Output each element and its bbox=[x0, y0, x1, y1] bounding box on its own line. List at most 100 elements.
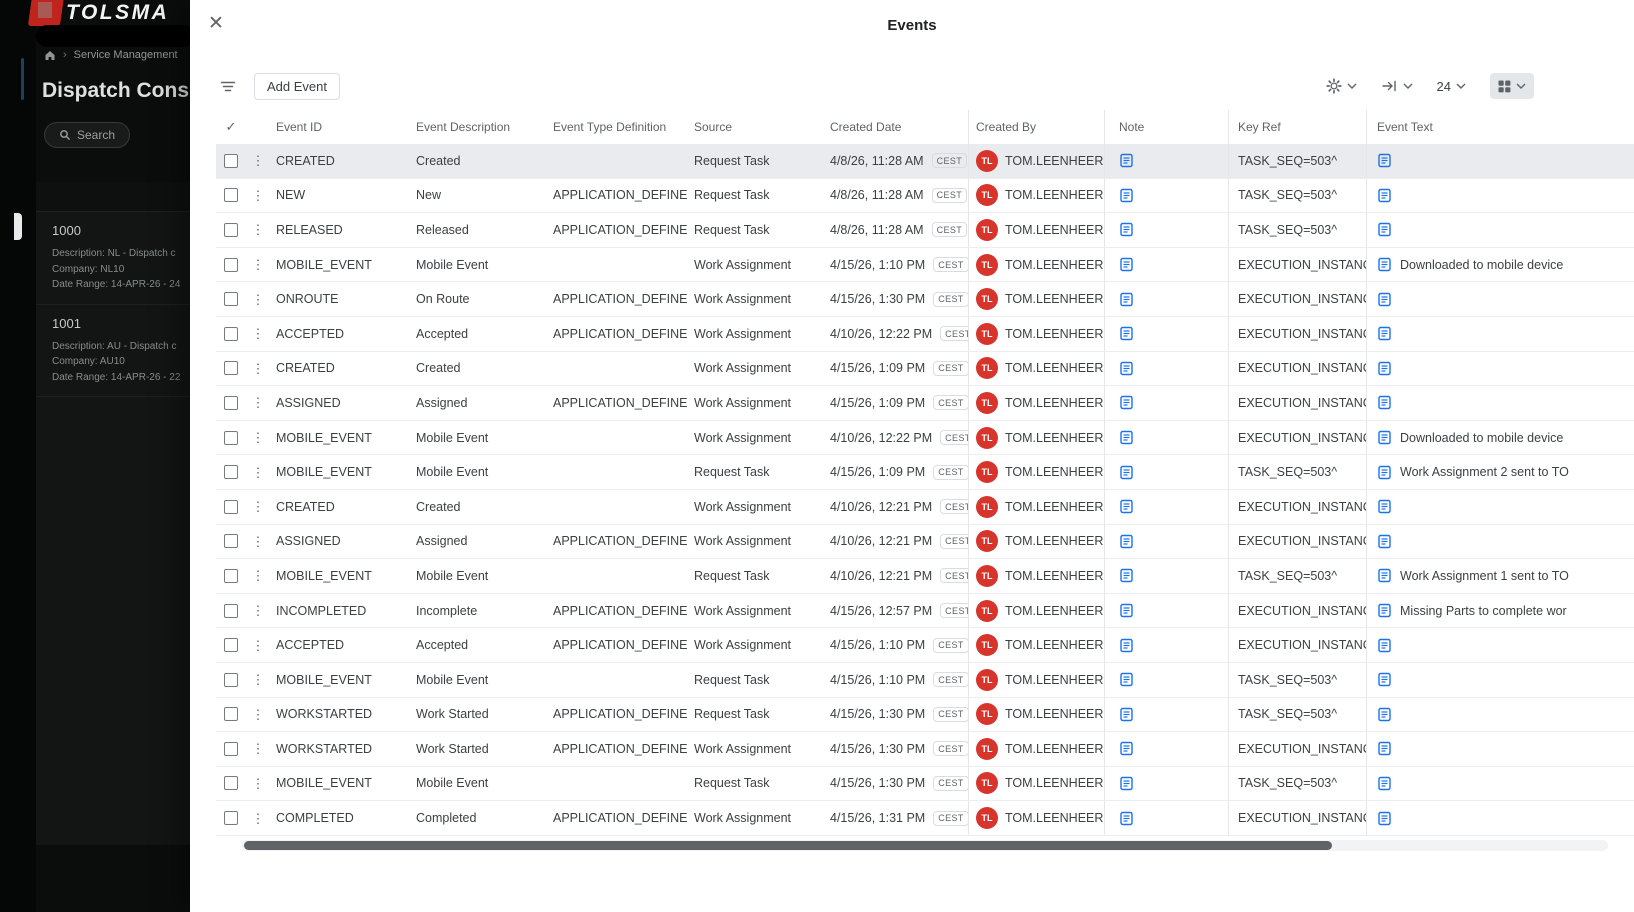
table-row[interactable]: ⋮ INCOMPLETED Incomplete APPLICATION_DEF… bbox=[216, 593, 1634, 629]
row-checkbox[interactable] bbox=[224, 707, 238, 722]
row-menu-icon[interactable]: ⋮ bbox=[252, 812, 265, 825]
note-icon[interactable] bbox=[1119, 465, 1134, 480]
event-text-icon[interactable] bbox=[1377, 603, 1392, 618]
row-menu-icon[interactable]: ⋮ bbox=[252, 154, 265, 167]
table-row[interactable]: ⋮ MOBILE_EVENT Mobile Event Request Task… bbox=[216, 662, 1634, 698]
row-menu-icon[interactable]: ⋮ bbox=[252, 500, 265, 513]
event-text-icon[interactable] bbox=[1377, 707, 1392, 722]
event-text-icon[interactable] bbox=[1377, 430, 1392, 445]
note-icon[interactable] bbox=[1119, 188, 1134, 203]
event-text-icon[interactable] bbox=[1377, 672, 1392, 687]
note-icon[interactable] bbox=[1119, 672, 1134, 687]
row-checkbox[interactable] bbox=[224, 776, 238, 791]
table-row[interactable]: ⋮ WORKSTARTED Work Started APPLICATION_D… bbox=[216, 697, 1634, 733]
row-checkbox[interactable] bbox=[224, 568, 238, 583]
table-row[interactable]: ⋮ CREATED Created Work Assignment 4/15/2… bbox=[216, 351, 1634, 387]
row-checkbox[interactable] bbox=[224, 430, 238, 445]
note-icon[interactable] bbox=[1119, 257, 1134, 272]
note-icon[interactable] bbox=[1119, 741, 1134, 756]
note-icon[interactable] bbox=[1119, 361, 1134, 376]
row-menu-icon[interactable]: ⋮ bbox=[252, 362, 265, 375]
table-row[interactable]: ⋮ MOBILE_EVENT Mobile Event Request Task… bbox=[216, 455, 1634, 490]
breadcrumb-item-service-management[interactable]: Service Management bbox=[74, 49, 178, 61]
row-checkbox[interactable] bbox=[224, 292, 238, 307]
event-text-icon[interactable] bbox=[1377, 257, 1392, 272]
table-row[interactable]: ⋮ MOBILE_EVENT Mobile Event Work Assignm… bbox=[216, 247, 1634, 283]
note-icon[interactable] bbox=[1119, 568, 1134, 583]
column-header-key-ref[interactable]: Key Ref bbox=[1228, 110, 1366, 144]
table-row[interactable]: ⋮ ASSIGNED Assigned APPLICATION_DEFINED … bbox=[216, 524, 1634, 560]
row-checkbox[interactable] bbox=[224, 499, 238, 514]
row-checkbox[interactable] bbox=[224, 465, 238, 480]
row-checkbox[interactable] bbox=[224, 603, 238, 618]
column-header-note[interactable]: Note bbox=[1104, 110, 1228, 144]
note-icon[interactable] bbox=[1119, 395, 1134, 410]
row-checkbox[interactable] bbox=[224, 257, 238, 272]
row-checkbox[interactable] bbox=[224, 638, 238, 653]
row-menu-icon[interactable]: ⋮ bbox=[252, 431, 265, 444]
row-checkbox[interactable] bbox=[224, 534, 238, 549]
table-row[interactable]: ⋮ ASSIGNED Assigned APPLICATION_DEFINED … bbox=[216, 386, 1634, 421]
table-row[interactable]: ⋮ ONROUTE On Route APPLICATION_DEFINED W… bbox=[216, 282, 1634, 317]
note-icon[interactable] bbox=[1119, 534, 1134, 549]
row-menu-icon[interactable]: ⋮ bbox=[252, 258, 265, 271]
note-icon[interactable] bbox=[1119, 292, 1134, 307]
table-row[interactable]: ⋮ MOBILE_EVENT Mobile Event Work Assignm… bbox=[216, 420, 1634, 456]
row-checkbox[interactable] bbox=[224, 222, 238, 237]
row-menu-icon[interactable]: ⋮ bbox=[252, 742, 265, 755]
row-checkbox[interactable] bbox=[224, 672, 238, 687]
column-header-created-by[interactable]: Created By bbox=[968, 110, 1104, 144]
row-menu-icon[interactable]: ⋮ bbox=[252, 673, 265, 686]
row-checkbox[interactable] bbox=[224, 188, 238, 203]
column-header-event-description[interactable]: Event Description bbox=[410, 110, 547, 144]
event-text-icon[interactable] bbox=[1377, 153, 1392, 168]
table-row[interactable]: ⋮ ACCEPTED Accepted APPLICATION_DEFINED … bbox=[216, 316, 1634, 352]
note-icon[interactable] bbox=[1119, 707, 1134, 722]
row-checkbox[interactable] bbox=[224, 395, 238, 410]
row-menu-icon[interactable]: ⋮ bbox=[252, 293, 265, 306]
horizontal-scrollbar-thumb[interactable] bbox=[244, 840, 1332, 850]
select-all-icon[interactable]: ✓ bbox=[226, 119, 237, 135]
view-mode-dropdown[interactable] bbox=[1490, 73, 1534, 99]
table-row[interactable]: ⋮ MOBILE_EVENT Mobile Event Request Task… bbox=[216, 766, 1634, 802]
table-row[interactable]: ⋮ MOBILE_EVENT Mobile Event Request Task… bbox=[216, 559, 1634, 594]
row-checkbox[interactable] bbox=[224, 153, 238, 168]
event-text-icon[interactable] bbox=[1377, 811, 1392, 826]
row-menu-icon[interactable]: ⋮ bbox=[252, 708, 265, 721]
note-icon[interactable] bbox=[1119, 326, 1134, 341]
drawer-handle[interactable] bbox=[14, 213, 22, 240]
row-checkbox[interactable] bbox=[224, 361, 238, 376]
row-checkbox[interactable] bbox=[224, 326, 238, 341]
row-menu-icon[interactable]: ⋮ bbox=[252, 396, 265, 409]
row-menu-icon[interactable]: ⋮ bbox=[252, 569, 265, 582]
note-icon[interactable] bbox=[1119, 603, 1134, 618]
row-menu-icon[interactable]: ⋮ bbox=[252, 535, 265, 548]
row-checkbox[interactable] bbox=[224, 741, 238, 756]
note-icon[interactable] bbox=[1119, 153, 1134, 168]
column-header-source[interactable]: Source bbox=[688, 110, 824, 144]
settings-dropdown[interactable] bbox=[1325, 78, 1357, 94]
column-header-event-id[interactable]: Event ID bbox=[270, 110, 410, 144]
page-size-dropdown[interactable]: 24 bbox=[1437, 79, 1466, 94]
event-text-icon[interactable] bbox=[1377, 361, 1392, 376]
event-text-icon[interactable] bbox=[1377, 741, 1392, 756]
event-text-icon[interactable] bbox=[1377, 534, 1392, 549]
close-icon[interactable]: ✕ bbox=[202, 10, 230, 38]
note-icon[interactable] bbox=[1119, 430, 1134, 445]
filter-icon[interactable] bbox=[216, 76, 240, 97]
home-icon[interactable] bbox=[44, 49, 56, 61]
table-row[interactable]: ⋮ COMPLETED Completed APPLICATION_DEFINE… bbox=[216, 801, 1634, 836]
row-menu-icon[interactable]: ⋮ bbox=[252, 327, 265, 340]
row-menu-icon[interactable]: ⋮ bbox=[252, 604, 265, 617]
table-row[interactable]: ⋮ CREATED Created Work Assignment 4/10/2… bbox=[216, 489, 1634, 525]
event-text-icon[interactable] bbox=[1377, 776, 1392, 791]
event-text-icon[interactable] bbox=[1377, 638, 1392, 653]
horizontal-scrollbar[interactable] bbox=[242, 839, 1608, 851]
note-icon[interactable] bbox=[1119, 222, 1134, 237]
table-row[interactable]: ⋮ WORKSTARTED Work Started APPLICATION_D… bbox=[216, 732, 1634, 767]
row-menu-icon[interactable]: ⋮ bbox=[252, 639, 265, 652]
event-text-icon[interactable] bbox=[1377, 292, 1392, 307]
note-icon[interactable] bbox=[1119, 811, 1134, 826]
event-text-icon[interactable] bbox=[1377, 568, 1392, 583]
note-icon[interactable] bbox=[1119, 776, 1134, 791]
